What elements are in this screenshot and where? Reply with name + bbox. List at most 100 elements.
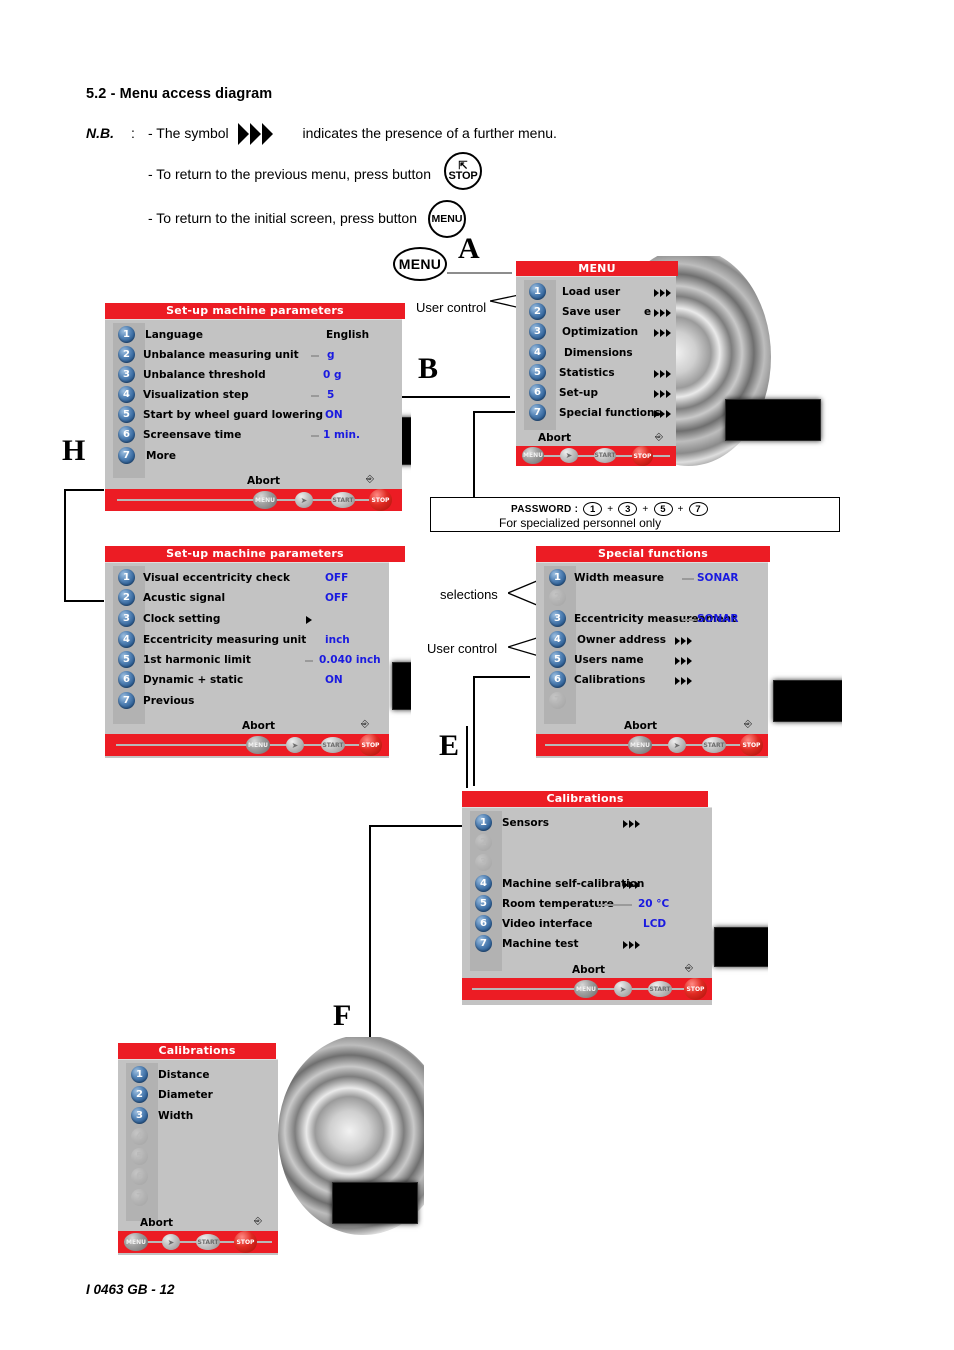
setup2-row-number[interactable]: 7 xyxy=(118,692,135,709)
setup1-row-label-more[interactable]: More xyxy=(146,450,176,462)
calibrations2-row-label-distance[interactable]: Distance xyxy=(158,1069,210,1081)
menu-row-label-special-functions[interactable]: Special functions xyxy=(559,407,661,419)
setup1-row-number[interactable]: 3 xyxy=(118,366,135,383)
setup2-row-number[interactable]: 6 xyxy=(118,671,135,688)
special-row-number[interactable]: 5 xyxy=(549,651,566,668)
setup2-row-label-eccentricity-unit[interactable]: Eccentricity measuring unit xyxy=(143,634,306,646)
menu-button-large[interactable]: MENU xyxy=(393,247,447,281)
key-start[interactable]: START xyxy=(594,448,616,463)
key-arrow-right-icon[interactable]: ➤ xyxy=(560,448,578,463)
key-menu[interactable]: MENU xyxy=(253,491,277,509)
return-icon[interactable]: ⎆ xyxy=(685,963,693,974)
key-arrow-right-icon[interactable]: ➤ xyxy=(668,737,686,753)
calibrations1-row-number[interactable]: 4 xyxy=(475,875,492,892)
key-stop[interactable]: STOP xyxy=(632,446,653,466)
key-stop[interactable]: STOP xyxy=(234,1231,257,1253)
key-stop[interactable]: STOP xyxy=(740,734,763,756)
return-icon[interactable]: ⎆ xyxy=(655,432,663,443)
calibrations2-row-label-width[interactable]: Width xyxy=(158,1110,193,1122)
setup1-row-label-visualization-step[interactable]: Visualization step xyxy=(143,389,249,401)
setup1-row-number[interactable]: 6 xyxy=(118,426,135,443)
setup2-row-number[interactable]: 1 xyxy=(118,569,135,586)
key-stop[interactable]: STOP xyxy=(684,978,707,1000)
menu-row-number[interactable]: 4 xyxy=(529,344,546,361)
key-start[interactable]: START xyxy=(331,492,355,508)
special-row-label-owner-address[interactable]: Owner address xyxy=(577,634,666,646)
return-icon[interactable]: ⎆ xyxy=(361,719,369,730)
setup1-row-number[interactable]: 4 xyxy=(118,386,135,403)
key-menu[interactable]: MENU xyxy=(522,447,544,464)
key-stop[interactable]: STOP xyxy=(359,734,382,756)
key-start[interactable]: START xyxy=(702,737,726,753)
calibrations1-row-label-sensors[interactable]: Sensors xyxy=(502,817,549,829)
setup2-row-number[interactable]: 4 xyxy=(118,631,135,648)
setup2-row-number[interactable]: 5 xyxy=(118,651,135,668)
menu-row-number[interactable]: 1 xyxy=(529,283,546,300)
setup2-row-label-dynamic-static[interactable]: Dynamic + static xyxy=(143,674,243,686)
setup1-row-number[interactable]: 7 xyxy=(118,447,135,464)
calibrations1-row-number[interactable]: 5 xyxy=(475,895,492,912)
key-menu[interactable]: MENU xyxy=(574,980,598,998)
setup2-row-number[interactable]: 3 xyxy=(118,610,135,627)
menu-row-number[interactable]: 5 xyxy=(529,364,546,381)
calibrations1-row-label-machine-test[interactable]: Machine test xyxy=(502,938,579,950)
abort-label[interactable]: Abort xyxy=(140,1217,173,1229)
setup2-row-label-clock-setting[interactable]: Clock setting xyxy=(143,613,220,625)
abort-label[interactable]: Abort xyxy=(242,720,275,732)
stop-button-illustration[interactable]: ⇱ STOP xyxy=(444,152,482,190)
key-menu[interactable]: MENU xyxy=(628,736,652,754)
special-row-number[interactable]: 4 xyxy=(549,631,566,648)
setup1-row-number[interactable]: 1 xyxy=(118,326,135,343)
menu-row-label-load-user[interactable]: Load user xyxy=(562,286,620,298)
abort-label[interactable]: Abort xyxy=(624,720,657,732)
menu-row-label-set-up[interactable]: Set-up xyxy=(559,387,598,399)
setup1-row-label-unbalance-unit[interactable]: Unbalance measuring unit xyxy=(143,349,299,361)
key-arrow-right-icon[interactable]: ➤ xyxy=(295,492,313,508)
return-icon[interactable]: ⎆ xyxy=(744,719,752,730)
setup1-row-number[interactable]: 5 xyxy=(118,406,135,423)
setup2-row-label-visual-eccentricity[interactable]: Visual eccentricity check xyxy=(143,572,290,584)
key-start[interactable]: START xyxy=(321,737,345,753)
return-icon[interactable]: ⎆ xyxy=(254,1216,262,1227)
menu-row-label-save-user[interactable]: Save user xyxy=(562,306,620,318)
key-menu[interactable]: MENU xyxy=(124,1233,148,1251)
menu-row-number[interactable]: 3 xyxy=(529,323,546,340)
abort-label[interactable]: Abort xyxy=(247,475,280,487)
special-row-number[interactable]: 3 xyxy=(549,610,566,627)
calibrations2-row-number[interactable]: 1 xyxy=(131,1066,148,1083)
calibrations1-row-label-video-interface[interactable]: Video interface xyxy=(502,918,592,930)
calibrations1-row-number[interactable]: 7 xyxy=(475,935,492,952)
special-row-label-users-name[interactable]: Users name xyxy=(574,654,644,666)
return-icon[interactable]: ⎆ xyxy=(366,474,374,485)
setup2-row-label-1st-harmonic-limit[interactable]: 1st harmonic limit xyxy=(143,654,251,666)
abort-label[interactable]: Abort xyxy=(572,964,605,976)
abort-label[interactable]: Abort xyxy=(538,432,571,444)
special-row-number[interactable]: 1 xyxy=(549,569,566,586)
calibrations1-row-number[interactable]: 6 xyxy=(475,915,492,932)
key-arrow-right-icon[interactable]: ➤ xyxy=(286,737,304,753)
menu-row-label-statistics[interactable]: Statistics xyxy=(559,367,615,379)
setup1-row-label-unbalance-threshold[interactable]: Unbalance threshold xyxy=(143,369,266,381)
setup1-row-label-language[interactable]: Language xyxy=(145,329,203,341)
calibrations2-row-label-diameter[interactable]: Diameter xyxy=(158,1089,213,1101)
menu-row-number[interactable]: 7 xyxy=(529,404,546,421)
special-row-number[interactable]: 6 xyxy=(549,671,566,688)
setup1-row-label-start-by-wheel-guard[interactable]: Start by wheel guard lowering xyxy=(143,409,323,421)
special-row-label-calibrations[interactable]: Calibrations xyxy=(574,674,645,686)
key-start[interactable]: START xyxy=(648,981,672,997)
key-stop[interactable]: STOP xyxy=(369,489,392,511)
key-arrow-right-icon[interactable]: ➤ xyxy=(614,981,632,997)
setup1-row-number[interactable]: 2 xyxy=(118,346,135,363)
setup2-row-label-previous[interactable]: Previous xyxy=(143,695,194,707)
menu-row-number[interactable]: 6 xyxy=(529,384,546,401)
calibrations2-row-number[interactable]: 2 xyxy=(131,1086,148,1103)
menu-row-number[interactable]: 2 xyxy=(529,303,546,320)
key-menu[interactable]: MENU xyxy=(246,736,270,754)
menu-row-label-dimensions[interactable]: Dimensions xyxy=(564,347,633,359)
key-start[interactable]: START xyxy=(196,1234,220,1250)
setup1-row-label-screensave-time[interactable]: Screensave time xyxy=(143,429,241,441)
calibrations2-row-number[interactable]: 3 xyxy=(131,1107,148,1124)
key-arrow-right-icon[interactable]: ➤ xyxy=(162,1234,180,1250)
setup2-row-label-acustic-signal[interactable]: Acustic signal xyxy=(143,592,225,604)
setup2-row-number[interactable]: 2 xyxy=(118,589,135,606)
